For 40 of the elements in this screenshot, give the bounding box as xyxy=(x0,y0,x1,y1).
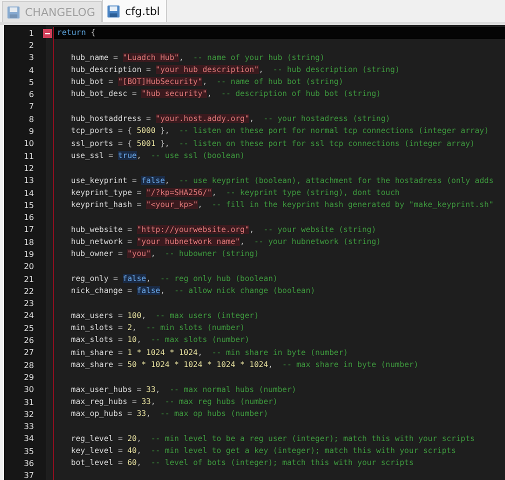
collapse-icon[interactable] xyxy=(43,28,52,38)
line-number: 32 xyxy=(22,410,35,419)
line-number: 33 xyxy=(22,422,35,432)
line-number: 36 xyxy=(22,459,35,468)
line-number: 19 xyxy=(22,250,35,259)
line-number: 14 xyxy=(22,188,35,198)
line-number: 17 xyxy=(22,225,35,234)
line-number: 22 xyxy=(22,286,35,296)
line-number: 9 xyxy=(28,127,35,136)
line-number: 30 xyxy=(22,385,35,394)
line-number: 3 xyxy=(28,53,35,62)
line-number: 12 xyxy=(22,164,35,173)
line-number: 21 xyxy=(22,274,35,284)
code-editor[interactable] xyxy=(4,25,505,480)
line-number: 31 xyxy=(22,398,35,407)
line-number: 37 xyxy=(22,471,35,480)
line-number: 18 xyxy=(22,238,35,247)
line-number: 20 xyxy=(22,262,35,272)
line-number: 25 xyxy=(22,324,35,333)
line-number: 8 xyxy=(28,114,35,124)
line-number: 28 xyxy=(22,360,35,370)
line-number: 7 xyxy=(28,102,35,112)
line-number: 2 xyxy=(28,40,35,50)
line-number: 23 xyxy=(22,299,35,308)
line-number: 5 xyxy=(28,78,35,87)
line-number: 15 xyxy=(22,200,35,210)
line-number: 24 xyxy=(22,311,35,320)
line-number: 4 xyxy=(28,66,35,75)
line-number: 1 xyxy=(28,28,35,38)
line-number: 10 xyxy=(22,139,35,148)
line-number: 35 xyxy=(22,446,35,456)
line-number: 11 xyxy=(22,152,35,161)
line-number: 16 xyxy=(22,213,35,222)
line-number: 29 xyxy=(22,372,35,382)
line-number: 27 xyxy=(22,348,35,358)
editor-tab[interactable]: cfg.tbl xyxy=(102,0,167,22)
line-number: 13 xyxy=(22,176,35,186)
line-number: 34 xyxy=(22,434,35,444)
line-number: 6 xyxy=(28,90,35,100)
line-number: 26 xyxy=(22,336,35,346)
